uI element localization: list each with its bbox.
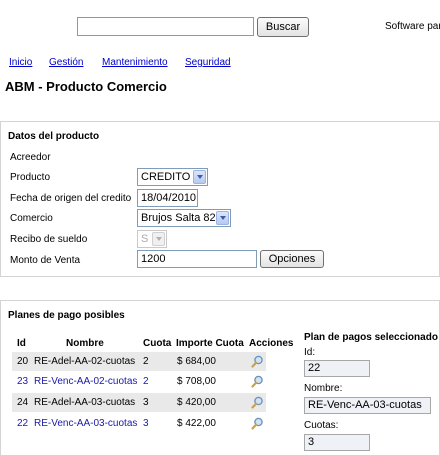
nav-item-mantenimiento[interactable]: Mantenimiento bbox=[102, 57, 168, 68]
row-importe: $ 420,00 bbox=[177, 397, 216, 408]
row-nombre: RE-Venc-AA-03-cuotas bbox=[34, 418, 138, 429]
table-row[interactable]: 23 RE-Venc-AA-02-cuotas 2 $ 708,00 bbox=[12, 372, 266, 391]
fecha-field[interactable]: 18/04/2010 bbox=[137, 189, 198, 207]
page-title: ABM - Producto Comercio bbox=[5, 79, 167, 94]
col-header-nombre: Nombre bbox=[66, 338, 104, 349]
row-id: 23 bbox=[17, 376, 29, 387]
row-nombre: RE-Adel-AA-03-cuotas bbox=[34, 397, 136, 408]
producto-select[interactable]: CREDITO bbox=[137, 168, 208, 186]
monto-field[interactable]: 1200 bbox=[137, 250, 257, 268]
row-nombre: RE-Venc-AA-02-cuotas bbox=[34, 376, 138, 387]
recibo-label: Recibo de sueldo bbox=[10, 234, 88, 245]
search-input[interactable] bbox=[77, 17, 254, 36]
recibo-select-value: S bbox=[141, 233, 149, 245]
row-cuota: 3 bbox=[143, 397, 149, 408]
selected-plan-id-label: Id: bbox=[304, 347, 316, 358]
row-nombre: RE-Adel-AA-02-cuotas bbox=[34, 356, 136, 367]
row-cuota: 2 bbox=[143, 376, 149, 387]
comercio-label: Comercio bbox=[10, 213, 53, 224]
selected-plan-title: Plan de pagos seleccionado bbox=[304, 332, 438, 343]
row-importe: $ 684,00 bbox=[177, 356, 216, 367]
product-section-title: Datos del producto bbox=[8, 131, 100, 142]
row-id: 20 bbox=[17, 356, 29, 367]
selected-plan-cuotas-label: Cuotas: bbox=[304, 420, 339, 431]
header-tagline: Software par bbox=[385, 21, 440, 32]
opciones-button[interactable]: Opciones bbox=[260, 250, 324, 268]
acreedor-label: Acreedor bbox=[10, 152, 51, 163]
comercio-select[interactable]: Brujos Salta 82 bbox=[137, 209, 231, 227]
recibo-select[interactable]: S bbox=[137, 230, 167, 248]
comercio-select-value: Brujos Salta 82 bbox=[141, 212, 216, 224]
table-row[interactable]: 22 RE-Venc-AA-03-cuotas 3 $ 422,00 bbox=[12, 414, 266, 433]
row-cuota: 2 bbox=[143, 356, 149, 367]
nav-item-inicio[interactable]: Inicio bbox=[9, 57, 32, 68]
table-row[interactable]: 20 RE-Adel-AA-02-cuotas 2 $ 684,00 bbox=[12, 352, 266, 371]
selected-plan-id-field: 22 bbox=[304, 360, 370, 377]
chevron-down-icon bbox=[216, 211, 229, 225]
producto-label: Producto bbox=[10, 172, 51, 183]
row-importe: $ 708,00 bbox=[177, 376, 216, 387]
row-cuota: 3 bbox=[143, 418, 149, 429]
selected-plan-cuotas-field: 3 bbox=[304, 434, 370, 451]
magnifier-icon[interactable] bbox=[251, 417, 264, 430]
magnifier-icon[interactable] bbox=[251, 375, 264, 388]
chevron-down-icon bbox=[152, 232, 165, 246]
fecha-label: Fecha de origen del credito bbox=[10, 193, 132, 204]
row-id: 22 bbox=[17, 418, 29, 429]
search-button[interactable]: Buscar bbox=[257, 17, 309, 37]
selected-plan-nombre-field: RE-Venc-AA-03-cuotas bbox=[304, 397, 431, 414]
col-header-cuota: Cuota bbox=[143, 338, 172, 349]
magnifier-icon[interactable] bbox=[251, 396, 264, 409]
plans-section-title: Planes de pago posibles bbox=[8, 310, 125, 321]
row-importe: $ 422,00 bbox=[177, 418, 216, 429]
selected-plan-nombre-label: Nombre: bbox=[304, 383, 343, 394]
table-row[interactable]: 24 RE-Adel-AA-03-cuotas 3 $ 420,00 bbox=[12, 393, 266, 412]
col-header-id: Id bbox=[17, 338, 26, 349]
col-header-importe: Importe Cuota bbox=[176, 338, 244, 349]
producto-select-value: CREDITO bbox=[141, 171, 191, 183]
nav-item-gestion[interactable]: Gestión bbox=[49, 57, 83, 68]
nav-item-seguridad[interactable]: Seguridad bbox=[185, 57, 231, 68]
magnifier-icon[interactable] bbox=[251, 355, 264, 368]
row-id: 24 bbox=[17, 397, 29, 408]
monto-label: Monto de Venta bbox=[10, 255, 81, 266]
col-header-acciones: Acciones bbox=[249, 338, 294, 349]
chevron-down-icon bbox=[193, 170, 206, 184]
